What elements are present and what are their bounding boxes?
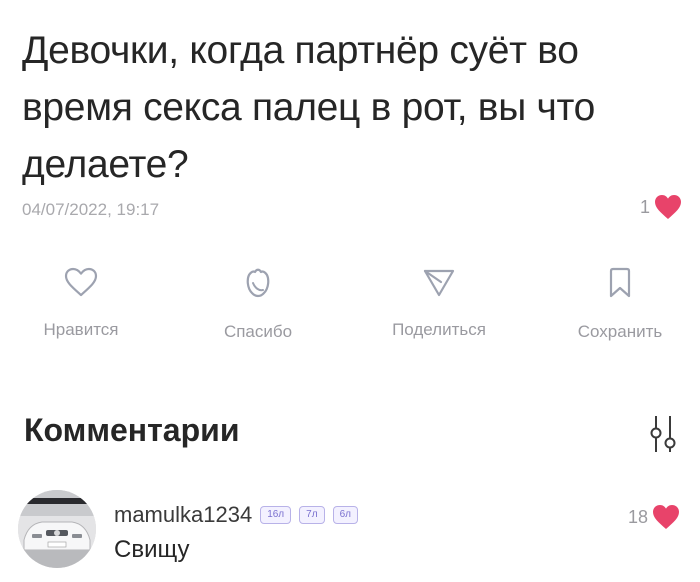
share-label: Поделиться xyxy=(392,320,486,339)
heart-filled-icon xyxy=(654,194,682,220)
comment-author-name[interactable]: mamulka1234 xyxy=(114,502,252,528)
comment-author-row: mamulka1234 16л 7л 6л xyxy=(114,502,358,528)
flower-icon xyxy=(242,266,274,300)
like-label: Нравится xyxy=(43,320,119,339)
bookmark-icon xyxy=(606,266,634,300)
sliders-icon[interactable] xyxy=(648,414,678,454)
heart-outline-icon xyxy=(63,266,99,298)
save-button[interactable]: Сохранить xyxy=(558,266,682,342)
post-date: 04/07/2022, 19:17 xyxy=(22,200,160,219)
child-age-badge: 16л xyxy=(260,506,292,524)
heart-filled-icon xyxy=(652,504,680,530)
post-text: Девочки, когда партнёр суёт во время сек… xyxy=(22,29,596,186)
comment-text: Свищу xyxy=(114,536,190,563)
post-like-count: 1 xyxy=(639,196,650,217)
thanks-button[interactable]: Спасибо xyxy=(206,266,310,342)
action-bar: Нравится Спасибо Поделиться Сохранить xyxy=(0,266,700,366)
comment-item: mamulka1234 16л 7л 6л Свищу 18 xyxy=(18,490,682,580)
share-arrow-icon xyxy=(421,266,457,298)
post-likes[interactable]: 1 xyxy=(640,194,682,220)
child-age-badge: 7л xyxy=(299,506,325,524)
comments-title: Комментарии xyxy=(24,412,240,448)
comment-likes[interactable]: 18 xyxy=(628,504,680,530)
avatar[interactable] xyxy=(18,490,96,568)
share-button[interactable]: Поделиться xyxy=(369,266,509,340)
child-age-badge: 6л xyxy=(332,506,358,524)
save-label: Сохранить xyxy=(577,322,663,341)
like-button[interactable]: Нравится xyxy=(29,266,133,340)
thanks-label: Спасибо xyxy=(223,322,293,341)
comment-like-count: 18 xyxy=(627,506,648,527)
